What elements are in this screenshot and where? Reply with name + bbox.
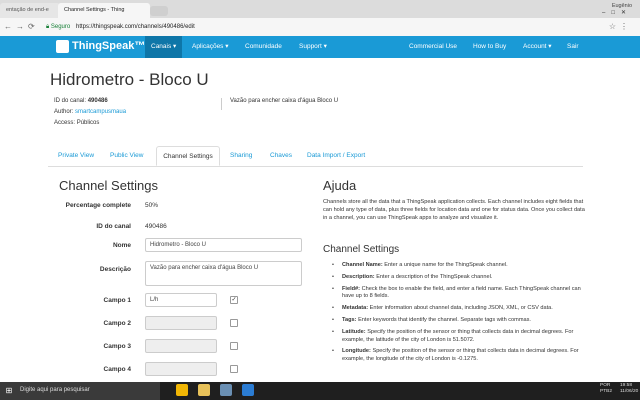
channel-id-label: ID do canal [96,223,131,230]
meta-label: Author: [54,109,74,115]
help-term: Metadata: [342,305,369,312]
browser-tab-1[interactable]: entação de end-e [0,3,60,18]
meta-value: Públicos [76,120,100,126]
window-controls[interactable]: –□✕ [602,9,632,16]
help-item: Longitude: Specify the position of the s… [330,348,586,364]
windows-start-icon[interactable]: ⊞ [0,382,18,400]
help-text: Enter information about channel data, in… [369,305,553,312]
file-explorer-icon[interactable] [198,384,210,396]
secure-label: Seguro [50,24,71,30]
tray-clock[interactable]: 19:58 11/06/20 [620,383,638,395]
meta-label: Access: [54,120,76,126]
tray-language[interactable]: POR PTB2 [600,383,612,395]
divider [221,98,222,110]
field-label: Campo 4 [103,366,131,373]
name-label: Nome [112,242,131,249]
help-text: Specify the position of the sensor or th… [342,348,579,363]
tab-channel-settings[interactable]: Channel Settings [156,146,220,166]
tab-label: entação de end-e [6,7,49,13]
lock-icon: 🔒︎ [46,24,50,30]
percentage-value: 50% [145,202,159,209]
help-paragraph: Channels store all the data that a Thing… [323,199,585,221]
settings-heading: Channel Settings [59,178,159,193]
browser-tab-2[interactable]: Channel Settings - Thing [58,3,150,18]
taskbar-search-placeholder: Digite aqui para pesquisar [20,387,90,393]
tab-chaves[interactable]: Chaves [270,146,292,166]
thingspeak-logo-icon[interactable] [56,40,69,53]
help-term: Channel Name: [342,262,383,268]
field-4-checkbox[interactable] [230,365,238,373]
thingspeak-logo[interactable]: ThingSpeak™ [72,40,145,52]
field-2-input[interactable] [145,316,217,330]
tab-public-view[interactable]: Public View [110,146,143,166]
percentage-label: Percentage complete [65,202,131,209]
channel-author-meta: Author: smartcampusmaua [54,109,126,115]
tab-sharing[interactable]: Sharing [230,146,252,166]
chrome-taskbar-icon[interactable] [176,384,188,396]
meta-label: ID do canal: [54,98,87,104]
nav-how-to-buy[interactable]: How to Buy [467,36,512,58]
help-text: Specify the position of the sensor or th… [342,328,574,343]
nav-sair[interactable]: Sair [561,36,585,58]
description-label: Descrição [99,266,131,273]
help-item: Tags: Enter keywords that identify the c… [330,317,586,325]
help-list: Channel Name: Enter a unique name for th… [330,262,586,368]
tab-label: Channel Settings - Thing [64,7,125,13]
help-term: Field#: [342,285,361,292]
meta-value: 490486 [87,98,108,104]
channel-access-meta: Access: Públicos [54,120,99,126]
name-input[interactable]: Hidrometro - Bloco U [145,238,302,252]
nav-canais[interactable]: Canais ▾ [145,36,183,58]
help-item: Latitude: Specify the position of the se… [330,329,586,345]
secure-indicator[interactable]: 🔒︎ Seguro [46,24,70,31]
field-3-checkbox[interactable] [230,342,238,350]
field-1-checkbox[interactable]: ✓ [230,296,238,304]
tab-data-import-export[interactable]: Data Import / Export [307,146,365,166]
field-3-input[interactable] [145,339,217,353]
clock-date: 11/06/20 [620,389,639,394]
browser-toolbar-icons[interactable]: ☆⋮ [609,22,632,31]
nav-commercial-use[interactable]: Commercial Use [403,36,463,58]
tab-private-view[interactable]: Private View [58,146,94,166]
help-text: Check the box to enable the field, and e… [342,285,581,300]
field-1-input[interactable]: L/h [145,293,217,307]
help-text: Enter keywords that identify the channel… [358,316,531,323]
nav-support[interactable]: Support ▾ [293,36,333,58]
help-term: Latitude: [342,328,366,335]
help-item: Field#: Check the box to enable the fiel… [330,286,586,302]
nav-aplicacoes[interactable]: Aplicações ▾ [186,36,235,58]
help-heading: Ajuda [323,178,357,193]
channel-description: Vazão para encher caixa d'água Bloco U [230,98,339,104]
help-item: Metadata: Enter information about channe… [330,305,586,313]
help-text: Enter a unique name for the ThingSpeak c… [384,262,508,268]
description-textarea[interactable]: Vazão para encher caixa d'água Bloco U [145,261,302,286]
field-label: Campo 2 [103,320,131,327]
channel-id-meta: ID do canal: 490486 [54,98,108,104]
url-input[interactable]: https://thingspeak.com/channels/490486/e… [76,24,195,30]
app-taskbar-icon[interactable] [220,384,232,396]
help-term: Description: [342,273,375,280]
new-tab-button[interactable] [150,6,168,16]
field-2-checkbox[interactable] [230,319,238,327]
lang-layout: PTB2 [600,389,612,394]
help-item: Description: Enter a description of the … [330,274,586,282]
help-text: Enter a description of the ThingSpeak ch… [376,273,493,280]
field-label: Campo 1 [103,297,131,304]
field-label: Campo 3 [103,343,131,350]
page-title: Hidrometro - Bloco U [50,70,209,89]
help-term: Tags: [342,316,357,323]
help-term: Longitude: [342,348,371,355]
help-subheading: Channel Settings [323,244,400,255]
help-item: Channel Name: Enter a unique name for th… [330,262,586,270]
channel-id-value: 490486 [145,223,167,230]
browser-nav-buttons[interactable]: ←→⟳ [4,22,39,31]
field-4-input[interactable] [145,362,217,376]
word-taskbar-icon[interactable] [242,384,254,396]
nav-comunidade[interactable]: Comunidade [239,36,288,58]
author-link[interactable]: smartcampusmaua [75,109,126,115]
nav-account[interactable]: Account ▾ [517,36,558,58]
